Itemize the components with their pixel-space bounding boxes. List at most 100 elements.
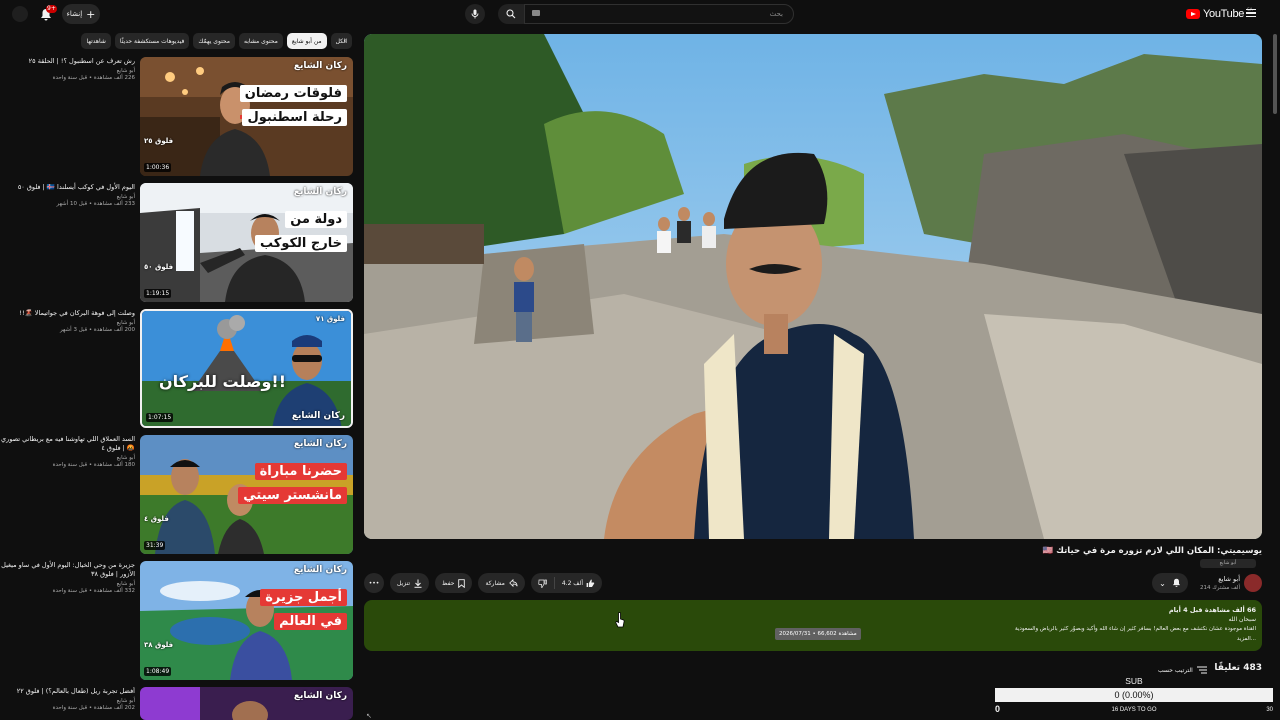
chips-next-icon[interactable]: ‹ (338, 33, 352, 49)
sort-label: الترتيب حسب (1158, 666, 1193, 674)
chip-for-you[interactable]: محتوى يهمّك (193, 33, 235, 49)
channel-name[interactable]: أبو شايع (0, 581, 135, 587)
video-duration: 1:08:49 (144, 667, 172, 676)
show-more-link[interactable]: ...المزيد (1237, 636, 1256, 642)
thumbs-up-icon (586, 579, 595, 587)
channel-name[interactable]: أبو شايع (0, 68, 135, 74)
video-duration: 1:19:15 (144, 289, 172, 298)
chip-recently-uploaded[interactable]: فيديوهات مستكشفة حديثًا (114, 33, 190, 49)
video-title[interactable]: رش تعرف عن اسطنبول ؟! | الحلقة ٢٥ (0, 57, 135, 66)
keyboard-icon[interactable] (532, 10, 540, 16)
chip-watched[interactable]: شاهدتها (81, 33, 111, 49)
subscriber-stats-widget: SUB 0 (0.00%) 0 16 DAYS TO GO 30 (995, 675, 1273, 720)
comments-count: 483 تعليقًا (1214, 663, 1262, 673)
more-icon: ••• (368, 579, 380, 587)
video-thumbnail[interactable]: ركان الشايع فلوقات رمضان رحلة اسطنبول فل… (140, 57, 353, 176)
chip-from-channel[interactable]: من أبو شايع (286, 33, 327, 49)
video-stats: 200 ألف مشاهدة • قبل 3 أشهر (59, 327, 135, 333)
bell-icon (1172, 578, 1180, 587)
channel-avatar[interactable] (1244, 574, 1262, 592)
recommendation-item[interactable]: ركان الشايع أجمل جزيرة في العالم فلوق ٣٨… (0, 561, 356, 681)
recommendation-item[interactable]: وصلت للبركان!! ركان الشايع فلوق ٧١ 1:07:… (0, 309, 356, 429)
thumbnail-title-line1: حضرنا مباراة (254, 463, 347, 480)
channel-name[interactable]: أبو شايع (1180, 575, 1240, 583)
video-meta: اليوم الأول في كوكب أيسلندا 🇮🇸 | فلوق ٥٠… (0, 183, 135, 207)
youtube-logo[interactable]: YouTube SA (1186, 6, 1253, 22)
channel-name[interactable]: أبو شايع (0, 698, 135, 704)
plus-icon: + (86, 7, 96, 21)
video-title[interactable]: السد العملاق اللي تهاوشنا فيه مع بريطاني… (0, 435, 135, 453)
video-stats: 202 ألف مشاهدة • قبل سنة واحدة (52, 705, 135, 711)
video-player[interactable] (364, 34, 1262, 539)
chip-related[interactable]: محتوى مشابه (238, 33, 283, 49)
search-button[interactable] (498, 4, 524, 24)
download-label: تنزيل (397, 579, 411, 587)
video-thumbnail[interactable]: ركان الشايع دولة من خارج الكوكب فلوق ٥٠ … (140, 183, 353, 302)
like-dislike-group: 4.2 ألف (530, 573, 603, 593)
video-stats: 332 ألف مشاهدة • قبل سنة واحدة (52, 588, 135, 594)
video-thumbnail[interactable]: ركان الشايع حضرنا مباراة مانشستر سيتي فل… (140, 435, 353, 554)
channel-brand-overlay: ركان الشايع (293, 61, 347, 71)
account-avatar[interactable] (12, 6, 28, 22)
channel-brand-overlay: ركان الشايع (293, 187, 347, 197)
top-bar: 9+ إنشاء + YouTube SA (0, 0, 1280, 28)
chevron-down-icon: ⌄ (1159, 578, 1166, 588)
video-title[interactable]: اليوم الأول في كوكب أيسلندا 🇮🇸 | فلوق ٥٠ (0, 183, 135, 192)
subscriber-count: 214 ألف مشترك (1200, 585, 1240, 591)
video-meta: السد العملاق اللي تهاوشنا فيه مع بريطاني… (0, 435, 135, 468)
video-thumbnail[interactable]: وصلت للبركان!! ركان الشايع فلوق ٧١ 1:07:… (140, 309, 353, 428)
recommendation-item[interactable]: ركان الشايع فلوقات رمضان رحلة اسطنبول فل… (0, 57, 356, 177)
video-title[interactable]: جزيرة من وحي الخيال: اليوم الأول في ساو … (0, 561, 135, 579)
channel-name[interactable]: أبو شايع (0, 194, 135, 200)
video-title[interactable]: أفضل تجربة ريل (طعال بالعالم؟) | فلوق ٢٢ (0, 687, 135, 696)
channel-label[interactable]: أبو شايع (1200, 559, 1256, 568)
download-icon (414, 579, 422, 588)
video-thumbnail[interactable]: ركان الشايع (140, 687, 353, 720)
channel-brand-overlay: ركان الشايع (291, 411, 345, 421)
channel-brand-overlay: ركان الشايع (293, 439, 347, 449)
channel-name[interactable]: أبو شايع (0, 455, 135, 461)
video-duration: 1:07:15 (146, 413, 174, 422)
recommendation-item[interactable]: ركان الشايع حضرنا مباراة مانشستر سيتي فل… (0, 435, 356, 555)
episode-label: فلوق ٤ (144, 515, 169, 523)
video-title[interactable]: وصلت إلى فوهة البركان في جواتيمالا 🌋!! (0, 309, 135, 318)
menu-icon[interactable] (1246, 9, 1256, 18)
dislike-button[interactable] (531, 573, 554, 593)
stats-axis: 0 16 DAYS TO GO 30 (995, 704, 1273, 716)
sort-icon (1196, 666, 1207, 674)
share-button[interactable]: مشاركة (478, 573, 525, 593)
thumbs-down-icon (538, 579, 547, 588)
channel-name[interactable]: أبو شايع (0, 320, 135, 326)
description-box[interactable]: 66 ألف مشاهدة قبل 4 أيام سبحان الله القن… (364, 600, 1262, 651)
stats-axis-end: 30 (1266, 707, 1273, 713)
recommendation-item[interactable]: ركان الشايع دولة من خارج الكوكب فلوق ٥٠ … (0, 183, 356, 303)
stats-label: SUB (1125, 676, 1143, 686)
video-thumbnail[interactable]: ركان الشايع أجمل جزيرة في العالم فلوق ٣٨… (140, 561, 353, 680)
thumbnail-title-line1: وصلت للبركان!! (158, 372, 286, 391)
episode-label: فلوق ٣٨ (144, 641, 174, 649)
more-actions-button[interactable]: ••• (364, 573, 384, 593)
video-meta: جزيرة من وحي الخيال: اليوم الأول في ساو … (0, 561, 135, 594)
subscribed-button[interactable]: ⌄ (1152, 573, 1188, 593)
notifications-badge: 9+ (46, 5, 57, 13)
voice-search-button[interactable] (465, 4, 485, 24)
recommendation-item[interactable]: ركان الشايع أفضل تجربة ريل (طعال بالعالم… (0, 687, 356, 720)
thumbnail-title-line1: أجمل جزيرة (260, 589, 347, 606)
create-button[interactable]: إنشاء + (62, 4, 100, 24)
notifications-button[interactable]: 9+ (40, 5, 57, 23)
channel-brand-overlay: ركان الشايع (293, 691, 347, 701)
video-meta: رش تعرف عن اسطنبول ؟! | الحلقة ٢٥ أبو شا… (0, 57, 135, 81)
save-label: حفظ (442, 579, 455, 587)
microphone-icon (471, 9, 479, 19)
stats-value: 0 (0.00%) (995, 688, 1273, 702)
like-button[interactable]: 4.2 ألف (555, 573, 602, 593)
save-button[interactable]: حفظ (435, 573, 473, 593)
download-button[interactable]: تنزيل (390, 573, 430, 593)
thumbnail-title-line2: مانشستر سيتي (238, 487, 347, 504)
video-meta: وصلت إلى فوهة البركان في جواتيمالا 🌋!! أ… (0, 309, 135, 333)
video-stats: 233 ألف مشاهدة • قبل 10 أشهر (56, 201, 135, 207)
video-title: يوسيميتي: المكان اللي لازم تزوره مرة في … (1042, 546, 1262, 556)
page-scrollbar[interactable] (1273, 34, 1277, 114)
search-input[interactable] (524, 4, 794, 24)
episode-label: فلوق ٥٠ (144, 263, 174, 271)
